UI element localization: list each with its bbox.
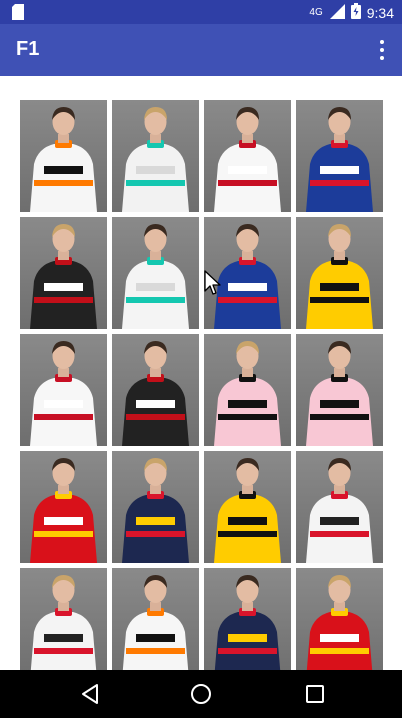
driver-portrait [30,224,97,329]
driver-tile[interactable] [20,334,107,446]
signal-icon [329,3,345,22]
status-icons: 4G 9:34 [309,3,394,22]
driver-portrait [122,575,189,670]
recents-icon[interactable] [303,682,327,706]
home-icon[interactable] [189,682,213,706]
driver-portrait [306,575,373,670]
driver-portrait [306,458,373,563]
driver-portrait [30,107,97,212]
driver-tile[interactable] [20,217,107,329]
app-title: F1 [16,38,40,60]
driver-portrait [122,341,189,446]
driver-tile[interactable] [20,451,107,563]
driver-portrait [214,341,281,446]
network-type: 4G [309,7,323,18]
driver-portrait [306,107,373,212]
back-icon[interactable] [78,682,102,706]
driver-grid [20,100,383,670]
driver-tile[interactable] [204,334,291,446]
driver-tile[interactable] [296,568,383,670]
sd-card-icon [12,4,24,25]
clock: 9:34 [366,4,394,21]
navigation-bar [0,670,402,718]
app-bar: F1 [0,24,402,76]
driver-portrait [214,575,281,670]
driver-tile[interactable] [204,451,291,563]
driver-portrait [30,575,97,670]
driver-tile[interactable] [112,334,199,446]
status-bar: 4G 9:34 [0,0,402,24]
driver-portrait [214,107,281,212]
driver-portrait [122,224,189,329]
mouse-cursor-icon [204,270,221,295]
driver-tile[interactable] [296,217,383,329]
driver-tile[interactable] [112,217,199,329]
driver-portrait [30,341,97,446]
driver-tile[interactable] [20,568,107,670]
driver-tile[interactable] [296,100,383,212]
driver-tile[interactable] [20,100,107,212]
driver-tile[interactable] [112,568,199,670]
driver-tile[interactable] [204,100,291,212]
driver-portrait [122,107,189,212]
content-area [0,76,402,670]
driver-tile[interactable] [296,334,383,446]
driver-portrait [122,458,189,563]
driver-tile[interactable] [112,451,199,563]
driver-portrait [306,341,373,446]
overflow-menu-icon[interactable] [372,36,392,64]
driver-portrait [306,224,373,329]
driver-tile[interactable] [296,451,383,563]
driver-tile[interactable] [204,568,291,670]
driver-tile[interactable] [112,100,199,212]
driver-portrait [30,458,97,563]
driver-portrait [214,458,281,563]
battery-icon [350,3,361,22]
